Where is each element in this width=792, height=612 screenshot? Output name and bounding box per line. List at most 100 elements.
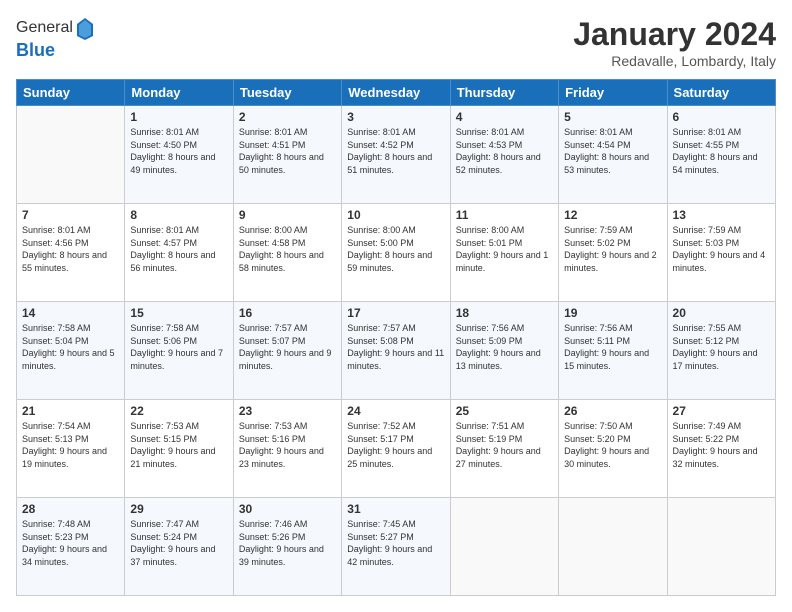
day-number: 15 — [130, 306, 227, 320]
day-number: 28 — [22, 502, 119, 516]
calendar-week-row: 21 Sunrise: 7:54 AMSunset: 5:13 PMDaylig… — [17, 400, 776, 498]
day-info: Sunrise: 7:55 AMSunset: 5:12 PMDaylight:… — [673, 323, 758, 371]
logo-icon — [75, 16, 95, 40]
day-number: 18 — [456, 306, 553, 320]
day-number: 25 — [456, 404, 553, 418]
calendar-header-row: Sunday Monday Tuesday Wednesday Thursday… — [17, 80, 776, 106]
day-number: 1 — [130, 110, 227, 124]
day-number: 27 — [673, 404, 770, 418]
day-info: Sunrise: 7:57 AMSunset: 5:07 PMDaylight:… — [239, 323, 332, 371]
table-row: 20 Sunrise: 7:55 AMSunset: 5:12 PMDaylig… — [667, 302, 775, 400]
day-info: Sunrise: 7:58 AMSunset: 5:04 PMDaylight:… — [22, 323, 115, 371]
day-info: Sunrise: 8:01 AMSunset: 4:54 PMDaylight:… — [564, 127, 649, 175]
table-row: 6 Sunrise: 8:01 AMSunset: 4:55 PMDayligh… — [667, 106, 775, 204]
day-number: 31 — [347, 502, 444, 516]
title-block: January 2024 Redavalle, Lombardy, Italy — [573, 16, 776, 69]
day-info: Sunrise: 8:00 AMSunset: 5:00 PMDaylight:… — [347, 225, 432, 273]
table-row: 16 Sunrise: 7:57 AMSunset: 5:07 PMDaylig… — [233, 302, 341, 400]
day-info: Sunrise: 7:52 AMSunset: 5:17 PMDaylight:… — [347, 421, 432, 469]
table-row: 10 Sunrise: 8:00 AMSunset: 5:00 PMDaylig… — [342, 204, 450, 302]
table-row: 26 Sunrise: 7:50 AMSunset: 5:20 PMDaylig… — [559, 400, 667, 498]
logo-general-text: General — [16, 19, 73, 37]
table-row: 25 Sunrise: 7:51 AMSunset: 5:19 PMDaylig… — [450, 400, 558, 498]
day-info: Sunrise: 8:00 AMSunset: 5:01 PMDaylight:… — [456, 225, 549, 273]
header-tuesday: Tuesday — [233, 80, 341, 106]
table-row: 12 Sunrise: 7:59 AMSunset: 5:02 PMDaylig… — [559, 204, 667, 302]
day-number: 30 — [239, 502, 336, 516]
day-info: Sunrise: 8:01 AMSunset: 4:52 PMDaylight:… — [347, 127, 432, 175]
logo-blue-text: Blue — [16, 40, 55, 60]
day-number: 29 — [130, 502, 227, 516]
header-saturday: Saturday — [667, 80, 775, 106]
table-row: 3 Sunrise: 8:01 AMSunset: 4:52 PMDayligh… — [342, 106, 450, 204]
day-number: 20 — [673, 306, 770, 320]
day-info: Sunrise: 8:01 AMSunset: 4:57 PMDaylight:… — [130, 225, 215, 273]
table-row: 30 Sunrise: 7:46 AMSunset: 5:26 PMDaylig… — [233, 498, 341, 596]
day-info: Sunrise: 7:56 AMSunset: 5:09 PMDaylight:… — [456, 323, 541, 371]
day-info: Sunrise: 8:01 AMSunset: 4:55 PMDaylight:… — [673, 127, 758, 175]
day-info: Sunrise: 7:53 AMSunset: 5:16 PMDaylight:… — [239, 421, 324, 469]
calendar-week-row: 14 Sunrise: 7:58 AMSunset: 5:04 PMDaylig… — [17, 302, 776, 400]
table-row: 4 Sunrise: 8:01 AMSunset: 4:53 PMDayligh… — [450, 106, 558, 204]
day-info: Sunrise: 7:46 AMSunset: 5:26 PMDaylight:… — [239, 519, 324, 567]
table-row: 28 Sunrise: 7:48 AMSunset: 5:23 PMDaylig… — [17, 498, 125, 596]
day-number: 11 — [456, 208, 553, 222]
day-info: Sunrise: 7:59 AMSunset: 5:02 PMDaylight:… — [564, 225, 657, 273]
calendar-subtitle: Redavalle, Lombardy, Italy — [573, 53, 776, 69]
table-row: 29 Sunrise: 7:47 AMSunset: 5:24 PMDaylig… — [125, 498, 233, 596]
day-number: 4 — [456, 110, 553, 124]
day-info: Sunrise: 8:01 AMSunset: 4:50 PMDaylight:… — [130, 127, 215, 175]
day-info: Sunrise: 7:56 AMSunset: 5:11 PMDaylight:… — [564, 323, 649, 371]
day-number: 19 — [564, 306, 661, 320]
day-number: 24 — [347, 404, 444, 418]
day-info: Sunrise: 8:00 AMSunset: 4:58 PMDaylight:… — [239, 225, 324, 273]
day-info: Sunrise: 7:53 AMSunset: 5:15 PMDaylight:… — [130, 421, 215, 469]
calendar-week-row: 7 Sunrise: 8:01 AMSunset: 4:56 PMDayligh… — [17, 204, 776, 302]
day-number: 13 — [673, 208, 770, 222]
day-number: 23 — [239, 404, 336, 418]
day-number: 5 — [564, 110, 661, 124]
day-info: Sunrise: 7:54 AMSunset: 5:13 PMDaylight:… — [22, 421, 107, 469]
day-number: 6 — [673, 110, 770, 124]
table-row: 13 Sunrise: 7:59 AMSunset: 5:03 PMDaylig… — [667, 204, 775, 302]
day-number: 26 — [564, 404, 661, 418]
day-number: 12 — [564, 208, 661, 222]
table-row: 11 Sunrise: 8:00 AMSunset: 5:01 PMDaylig… — [450, 204, 558, 302]
day-number: 10 — [347, 208, 444, 222]
calendar-title: January 2024 — [573, 16, 776, 53]
calendar-table: Sunday Monday Tuesday Wednesday Thursday… — [16, 79, 776, 596]
table-row — [17, 106, 125, 204]
table-row — [559, 498, 667, 596]
table-row: 9 Sunrise: 8:00 AMSunset: 4:58 PMDayligh… — [233, 204, 341, 302]
table-row: 21 Sunrise: 7:54 AMSunset: 5:13 PMDaylig… — [17, 400, 125, 498]
day-info: Sunrise: 7:58 AMSunset: 5:06 PMDaylight:… — [130, 323, 223, 371]
header: General Blue January 2024 Redavalle, Lom… — [16, 16, 776, 69]
day-info: Sunrise: 7:59 AMSunset: 5:03 PMDaylight:… — [673, 225, 766, 273]
header-monday: Monday — [125, 80, 233, 106]
header-wednesday: Wednesday — [342, 80, 450, 106]
table-row: 27 Sunrise: 7:49 AMSunset: 5:22 PMDaylig… — [667, 400, 775, 498]
table-row: 31 Sunrise: 7:45 AMSunset: 5:27 PMDaylig… — [342, 498, 450, 596]
logo: General Blue — [16, 16, 95, 61]
page: General Blue January 2024 Redavalle, Lom… — [0, 0, 792, 612]
table-row: 15 Sunrise: 7:58 AMSunset: 5:06 PMDaylig… — [125, 302, 233, 400]
table-row — [450, 498, 558, 596]
calendar-week-row: 1 Sunrise: 8:01 AMSunset: 4:50 PMDayligh… — [17, 106, 776, 204]
table-row: 14 Sunrise: 7:58 AMSunset: 5:04 PMDaylig… — [17, 302, 125, 400]
table-row: 23 Sunrise: 7:53 AMSunset: 5:16 PMDaylig… — [233, 400, 341, 498]
day-number: 16 — [239, 306, 336, 320]
day-info: Sunrise: 8:01 AMSunset: 4:51 PMDaylight:… — [239, 127, 324, 175]
table-row — [667, 498, 775, 596]
day-info: Sunrise: 7:47 AMSunset: 5:24 PMDaylight:… — [130, 519, 215, 567]
day-info: Sunrise: 7:49 AMSunset: 5:22 PMDaylight:… — [673, 421, 758, 469]
day-number: 9 — [239, 208, 336, 222]
table-row: 19 Sunrise: 7:56 AMSunset: 5:11 PMDaylig… — [559, 302, 667, 400]
day-info: Sunrise: 7:48 AMSunset: 5:23 PMDaylight:… — [22, 519, 107, 567]
day-number: 21 — [22, 404, 119, 418]
day-info: Sunrise: 8:01 AMSunset: 4:53 PMDaylight:… — [456, 127, 541, 175]
day-info: Sunrise: 7:51 AMSunset: 5:19 PMDaylight:… — [456, 421, 541, 469]
table-row: 5 Sunrise: 8:01 AMSunset: 4:54 PMDayligh… — [559, 106, 667, 204]
table-row: 2 Sunrise: 8:01 AMSunset: 4:51 PMDayligh… — [233, 106, 341, 204]
header-friday: Friday — [559, 80, 667, 106]
table-row: 22 Sunrise: 7:53 AMSunset: 5:15 PMDaylig… — [125, 400, 233, 498]
